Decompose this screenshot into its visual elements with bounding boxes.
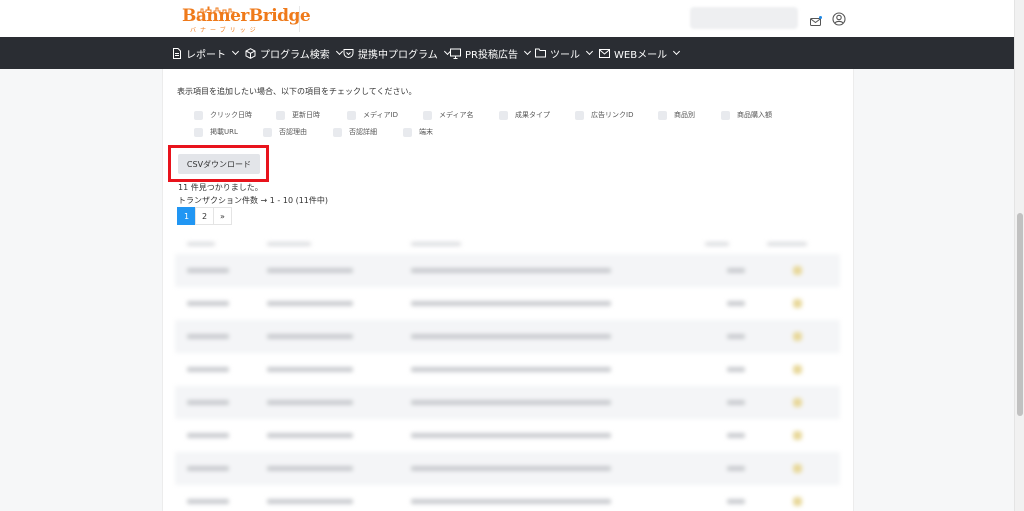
checkbox-box[interactable] xyxy=(263,127,272,137)
nav-item-program-search[interactable]: プログラム検索 xyxy=(245,37,343,69)
table-row xyxy=(175,353,840,386)
checkbox-label: 端末 xyxy=(419,128,433,136)
checkbox-label: 更新日時 xyxy=(292,111,320,119)
checkbox-box[interactable] xyxy=(575,110,584,120)
chevron-down-icon xyxy=(523,47,532,56)
checkbox-by-product[interactable]: 商品別 xyxy=(658,110,695,120)
checkbox-label: 成果タイプ xyxy=(515,111,550,119)
page-2-button[interactable]: 2 xyxy=(195,207,214,225)
chevron-down-icon xyxy=(585,47,594,56)
transaction-range: トランザクション件数 → 1 - 10 (11件中) xyxy=(178,196,328,205)
scrollbar-thumb[interactable] xyxy=(1017,213,1023,416)
checkbox-click-datetime[interactable]: クリック日時 xyxy=(194,110,252,120)
document-icon xyxy=(173,47,181,59)
checkbox-box[interactable] xyxy=(499,110,508,120)
chevron-down-icon xyxy=(231,47,240,56)
checkbox-box[interactable] xyxy=(721,110,730,120)
csv-download-button[interactable]: CSVダウンロード xyxy=(178,154,260,174)
nav-item-pr-posts[interactable]: PR投稿広告 xyxy=(450,37,532,69)
checkbox-label: 否認詳細 xyxy=(349,128,377,136)
nav-item-tools[interactable]: ツール xyxy=(535,37,594,69)
monitor-icon xyxy=(450,48,461,59)
header-divider xyxy=(299,6,300,32)
results-count: 11 件見つかりました。 xyxy=(178,183,263,192)
nav-label: プログラム検索 xyxy=(260,49,330,61)
column-selection-instructions: 表示項目を追加したい場合、以下の項目をチェックしてください。 xyxy=(177,87,417,96)
checkbox-box[interactable] xyxy=(194,110,203,120)
checkbox-rejection-detail[interactable]: 否認詳細 xyxy=(333,127,377,137)
checkbox-result-type[interactable]: 成果タイプ xyxy=(499,110,550,120)
nav-item-report[interactable]: レポート xyxy=(172,37,240,69)
checkbox-label: 商品別 xyxy=(674,111,695,119)
nav-item-web-mail[interactable]: WEBメール xyxy=(599,37,681,69)
logo-text: BannerBridge xyxy=(182,6,311,26)
folder-icon xyxy=(535,48,546,58)
checkbox-media-id[interactable]: メディアID xyxy=(347,110,398,120)
checkbox-box[interactable] xyxy=(403,127,412,137)
nav-label: WEBメール xyxy=(614,49,668,61)
mail-icon[interactable] xyxy=(810,12,822,31)
table-row xyxy=(175,254,840,287)
checkbox-media-name[interactable]: メディア名 xyxy=(423,110,474,120)
checkbox-label: 広告リンクID xyxy=(591,111,634,119)
checkbox-label: 商品購入額 xyxy=(737,111,772,119)
checkbox-label: 否認理由 xyxy=(279,128,307,136)
page-scrollbar[interactable] xyxy=(1014,0,1024,511)
checkbox-box[interactable] xyxy=(423,110,432,120)
table-row xyxy=(175,287,840,320)
checkbox-box[interactable] xyxy=(658,110,667,120)
chevron-down-icon xyxy=(335,47,343,56)
transactions-table-blurred xyxy=(175,230,840,511)
checkbox-box[interactable] xyxy=(276,110,285,120)
nav-item-affiliated-programs[interactable]: 提携中プログラム xyxy=(343,37,451,69)
table-row xyxy=(175,452,840,485)
top-header: BannerBridge バナーブリッジ xyxy=(0,0,1024,37)
checkbox-purchase-amount[interactable]: 商品購入額 xyxy=(721,110,772,120)
chevron-down-icon xyxy=(673,47,681,56)
checkbox-label: クリック日時 xyxy=(210,111,252,119)
table-row xyxy=(175,386,840,419)
nav-label: レポート xyxy=(186,49,226,61)
pagination: 1 2 » xyxy=(177,207,232,225)
table-row xyxy=(175,320,840,353)
header-search-box[interactable] xyxy=(690,7,798,29)
checkbox-label: メディア名 xyxy=(439,111,474,119)
checkbox-ad-link-id[interactable]: 広告リンクID xyxy=(575,110,633,120)
nav-label: 提携中プログラム xyxy=(358,49,438,61)
table-row xyxy=(175,485,840,511)
checkbox-box[interactable] xyxy=(347,110,356,120)
table-row xyxy=(175,419,840,452)
pocket-icon xyxy=(343,48,354,58)
checkbox-updated-datetime[interactable]: 更新日時 xyxy=(276,110,320,120)
next-page-button[interactable]: » xyxy=(213,207,232,225)
checkbox-rejection-reason[interactable]: 否認理由 xyxy=(263,127,307,137)
checkbox-posted-url[interactable]: 掲載URL xyxy=(194,127,238,137)
nav-label: ツール xyxy=(550,49,580,61)
checkbox-box[interactable] xyxy=(194,127,203,137)
main-nav: レポート プログラム検索 提携中プログラム PR投稿広告 ツール WEBメール xyxy=(0,37,1024,69)
logo-subtext: バナーブリッジ xyxy=(190,27,260,34)
checkbox-label: 掲載URL xyxy=(210,128,238,136)
checkbox-box[interactable] xyxy=(333,127,342,137)
mail-icon xyxy=(599,48,610,58)
banner-bridge-logo[interactable]: BannerBridge バナーブリッジ xyxy=(182,6,311,34)
nav-label: PR投稿広告 xyxy=(465,49,518,61)
checkbox-label: メディアID xyxy=(363,111,398,119)
checkbox-device[interactable]: 端末 xyxy=(403,127,433,137)
page-1-button[interactable]: 1 xyxy=(177,207,196,225)
box-icon xyxy=(245,47,256,59)
user-icon[interactable] xyxy=(832,11,846,30)
